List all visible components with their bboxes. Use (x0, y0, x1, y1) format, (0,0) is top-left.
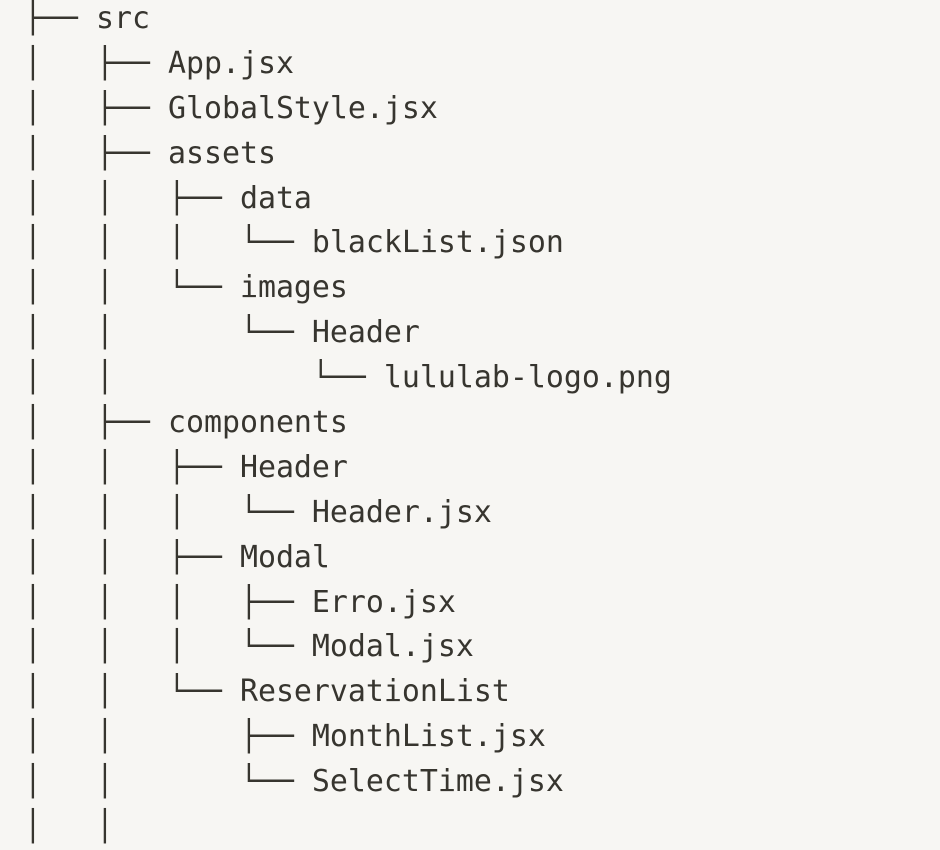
tree-line: │ │ │ └── Modal.jsx (24, 629, 474, 665)
tree-line: │ │ ├── Modal (24, 539, 330, 575)
tree-line: │ │ └── Header (24, 315, 420, 351)
tree-line: ├── src (24, 1, 150, 36)
tree-line: │ │ ├── Header (24, 449, 348, 485)
tree-line: │ │ │ └── blackList.json (24, 225, 564, 261)
tree-line: │ │ └── SelectTime.jsx (24, 764, 564, 800)
tree-line: │ │ (24, 809, 114, 845)
tree-line: │ │ └── images (24, 270, 348, 306)
tree-line: │ │ └── ReservationList (24, 674, 510, 710)
tree-line: │ ├── GlobalStyle.jsx (24, 90, 438, 126)
tree-line: │ ├── App.jsx (24, 45, 294, 81)
tree-line: │ ├── assets (24, 135, 276, 171)
tree-line: │ │ └── lululab-logo.png (24, 360, 672, 396)
tree-line: │ │ ├── data (24, 180, 312, 216)
tree-line: │ │ ├── MonthList.jsx (24, 719, 546, 755)
file-tree: ├── src │ ├── App.jsx │ ├── GlobalStyle.js… (24, 0, 672, 850)
tree-line: │ ├── components (24, 405, 348, 441)
tree-line: │ │ │ ├── Erro.jsx (24, 584, 456, 620)
tree-line: │ │ │ └── Header.jsx (24, 494, 492, 530)
